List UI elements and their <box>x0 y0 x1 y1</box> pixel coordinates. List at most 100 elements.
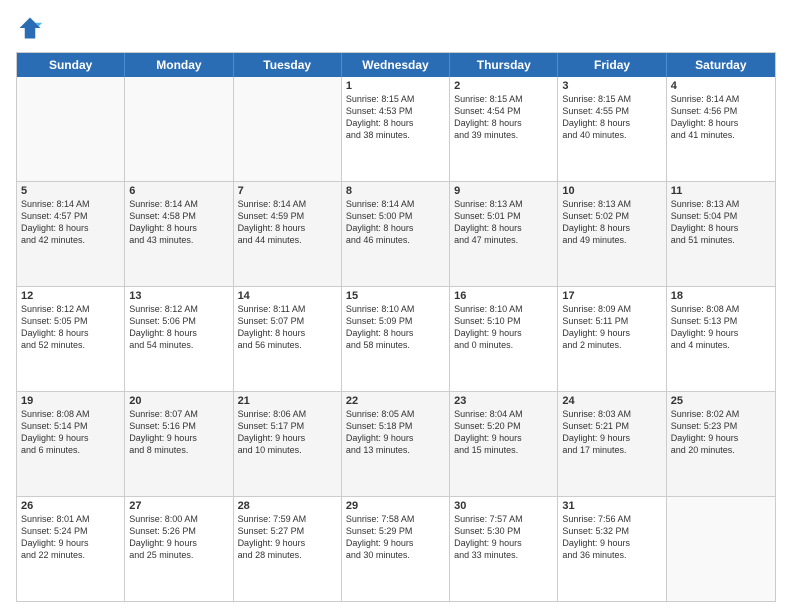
calendar-cell-day-15: 15Sunrise: 8:10 AMSunset: 5:09 PMDayligh… <box>342 287 450 391</box>
calendar-cell-day-28: 28Sunrise: 7:59 AMSunset: 5:27 PMDayligh… <box>234 497 342 601</box>
day-number: 25 <box>671 395 771 407</box>
day-number: 27 <box>129 500 228 512</box>
calendar-cell-day-1: 1Sunrise: 8:15 AMSunset: 4:53 PMDaylight… <box>342 77 450 181</box>
day-number: 19 <box>21 395 120 407</box>
cell-info: Sunrise: 8:10 AMSunset: 5:09 PMDaylight:… <box>346 303 445 352</box>
cell-info: Sunrise: 8:12 AMSunset: 5:05 PMDaylight:… <box>21 303 120 352</box>
day-number: 15 <box>346 290 445 302</box>
calendar-cell-day-14: 14Sunrise: 8:11 AMSunset: 5:07 PMDayligh… <box>234 287 342 391</box>
page: SundayMondayTuesdayWednesdayThursdayFrid… <box>0 0 792 612</box>
cell-info: Sunrise: 8:15 AMSunset: 4:55 PMDaylight:… <box>562 93 661 142</box>
day-number: 24 <box>562 395 661 407</box>
day-number: 28 <box>238 500 337 512</box>
calendar-cell-empty <box>667 497 775 601</box>
calendar-cell-day-3: 3Sunrise: 8:15 AMSunset: 4:55 PMDaylight… <box>558 77 666 181</box>
calendar-cell-day-26: 26Sunrise: 8:01 AMSunset: 5:24 PMDayligh… <box>17 497 125 601</box>
cell-info: Sunrise: 8:14 AMSunset: 4:56 PMDaylight:… <box>671 93 771 142</box>
day-number: 29 <box>346 500 445 512</box>
calendar-row-2: 12Sunrise: 8:12 AMSunset: 5:05 PMDayligh… <box>17 287 775 392</box>
header-day-saturday: Saturday <box>667 53 775 77</box>
cell-info: Sunrise: 8:13 AMSunset: 5:01 PMDaylight:… <box>454 198 553 247</box>
calendar-cell-day-31: 31Sunrise: 7:56 AMSunset: 5:32 PMDayligh… <box>558 497 666 601</box>
header <box>16 14 776 42</box>
day-number: 17 <box>562 290 661 302</box>
day-number: 23 <box>454 395 553 407</box>
logo <box>16 14 48 42</box>
day-number: 10 <box>562 185 661 197</box>
calendar-cell-empty <box>125 77 233 181</box>
day-number: 20 <box>129 395 228 407</box>
day-number: 7 <box>238 185 337 197</box>
cell-info: Sunrise: 8:06 AMSunset: 5:17 PMDaylight:… <box>238 408 337 457</box>
calendar-cell-day-25: 25Sunrise: 8:02 AMSunset: 5:23 PMDayligh… <box>667 392 775 496</box>
cell-info: Sunrise: 8:04 AMSunset: 5:20 PMDaylight:… <box>454 408 553 457</box>
cell-info: Sunrise: 8:13 AMSunset: 5:02 PMDaylight:… <box>562 198 661 247</box>
day-number: 31 <box>562 500 661 512</box>
calendar-cell-day-29: 29Sunrise: 7:58 AMSunset: 5:29 PMDayligh… <box>342 497 450 601</box>
calendar-cell-day-19: 19Sunrise: 8:08 AMSunset: 5:14 PMDayligh… <box>17 392 125 496</box>
cell-info: Sunrise: 8:10 AMSunset: 5:10 PMDaylight:… <box>454 303 553 352</box>
calendar-cell-empty <box>17 77 125 181</box>
calendar-cell-day-8: 8Sunrise: 8:14 AMSunset: 5:00 PMDaylight… <box>342 182 450 286</box>
cell-info: Sunrise: 8:01 AMSunset: 5:24 PMDaylight:… <box>21 513 120 562</box>
calendar-cell-day-6: 6Sunrise: 8:14 AMSunset: 4:58 PMDaylight… <box>125 182 233 286</box>
day-number: 30 <box>454 500 553 512</box>
cell-info: Sunrise: 8:08 AMSunset: 5:14 PMDaylight:… <box>21 408 120 457</box>
cell-info: Sunrise: 8:02 AMSunset: 5:23 PMDaylight:… <box>671 408 771 457</box>
cell-info: Sunrise: 7:59 AMSunset: 5:27 PMDaylight:… <box>238 513 337 562</box>
day-number: 14 <box>238 290 337 302</box>
calendar-row-4: 26Sunrise: 8:01 AMSunset: 5:24 PMDayligh… <box>17 497 775 601</box>
cell-info: Sunrise: 8:09 AMSunset: 5:11 PMDaylight:… <box>562 303 661 352</box>
day-number: 9 <box>454 185 553 197</box>
calendar-cell-day-11: 11Sunrise: 8:13 AMSunset: 5:04 PMDayligh… <box>667 182 775 286</box>
cell-info: Sunrise: 7:57 AMSunset: 5:30 PMDaylight:… <box>454 513 553 562</box>
calendar-cell-day-2: 2Sunrise: 8:15 AMSunset: 4:54 PMDaylight… <box>450 77 558 181</box>
header-day-thursday: Thursday <box>450 53 558 77</box>
calendar-cell-empty <box>234 77 342 181</box>
header-day-wednesday: Wednesday <box>342 53 450 77</box>
calendar-cell-day-21: 21Sunrise: 8:06 AMSunset: 5:17 PMDayligh… <box>234 392 342 496</box>
calendar-row-1: 5Sunrise: 8:14 AMSunset: 4:57 PMDaylight… <box>17 182 775 287</box>
calendar-cell-day-30: 30Sunrise: 7:57 AMSunset: 5:30 PMDayligh… <box>450 497 558 601</box>
header-day-friday: Friday <box>558 53 666 77</box>
day-number: 22 <box>346 395 445 407</box>
cell-info: Sunrise: 8:14 AMSunset: 4:59 PMDaylight:… <box>238 198 337 247</box>
cell-info: Sunrise: 8:00 AMSunset: 5:26 PMDaylight:… <box>129 513 228 562</box>
cell-info: Sunrise: 8:12 AMSunset: 5:06 PMDaylight:… <box>129 303 228 352</box>
day-number: 16 <box>454 290 553 302</box>
calendar-body: 1Sunrise: 8:15 AMSunset: 4:53 PMDaylight… <box>17 77 775 601</box>
calendar-cell-day-20: 20Sunrise: 8:07 AMSunset: 5:16 PMDayligh… <box>125 392 233 496</box>
cell-info: Sunrise: 8:05 AMSunset: 5:18 PMDaylight:… <box>346 408 445 457</box>
cell-info: Sunrise: 7:56 AMSunset: 5:32 PMDaylight:… <box>562 513 661 562</box>
calendar-cell-day-24: 24Sunrise: 8:03 AMSunset: 5:21 PMDayligh… <box>558 392 666 496</box>
calendar-cell-day-16: 16Sunrise: 8:10 AMSunset: 5:10 PMDayligh… <box>450 287 558 391</box>
calendar-cell-day-9: 9Sunrise: 8:13 AMSunset: 5:01 PMDaylight… <box>450 182 558 286</box>
calendar-row-3: 19Sunrise: 8:08 AMSunset: 5:14 PMDayligh… <box>17 392 775 497</box>
cell-info: Sunrise: 8:14 AMSunset: 5:00 PMDaylight:… <box>346 198 445 247</box>
calendar-cell-day-13: 13Sunrise: 8:12 AMSunset: 5:06 PMDayligh… <box>125 287 233 391</box>
day-number: 18 <box>671 290 771 302</box>
calendar-cell-day-27: 27Sunrise: 8:00 AMSunset: 5:26 PMDayligh… <box>125 497 233 601</box>
calendar-cell-day-10: 10Sunrise: 8:13 AMSunset: 5:02 PMDayligh… <box>558 182 666 286</box>
calendar-cell-day-4: 4Sunrise: 8:14 AMSunset: 4:56 PMDaylight… <box>667 77 775 181</box>
day-number: 6 <box>129 185 228 197</box>
day-number: 2 <box>454 80 553 92</box>
logo-icon <box>16 14 44 42</box>
calendar: SundayMondayTuesdayWednesdayThursdayFrid… <box>16 52 776 602</box>
calendar-cell-day-7: 7Sunrise: 8:14 AMSunset: 4:59 PMDaylight… <box>234 182 342 286</box>
calendar-cell-day-17: 17Sunrise: 8:09 AMSunset: 5:11 PMDayligh… <box>558 287 666 391</box>
cell-info: Sunrise: 8:07 AMSunset: 5:16 PMDaylight:… <box>129 408 228 457</box>
day-number: 12 <box>21 290 120 302</box>
cell-info: Sunrise: 8:14 AMSunset: 4:58 PMDaylight:… <box>129 198 228 247</box>
day-number: 4 <box>671 80 771 92</box>
cell-info: Sunrise: 8:11 AMSunset: 5:07 PMDaylight:… <box>238 303 337 352</box>
day-number: 8 <box>346 185 445 197</box>
day-number: 1 <box>346 80 445 92</box>
header-day-sunday: Sunday <box>17 53 125 77</box>
cell-info: Sunrise: 8:13 AMSunset: 5:04 PMDaylight:… <box>671 198 771 247</box>
cell-info: Sunrise: 8:08 AMSunset: 5:13 PMDaylight:… <box>671 303 771 352</box>
day-number: 13 <box>129 290 228 302</box>
calendar-cell-day-18: 18Sunrise: 8:08 AMSunset: 5:13 PMDayligh… <box>667 287 775 391</box>
day-number: 11 <box>671 185 771 197</box>
cell-info: Sunrise: 8:14 AMSunset: 4:57 PMDaylight:… <box>21 198 120 247</box>
